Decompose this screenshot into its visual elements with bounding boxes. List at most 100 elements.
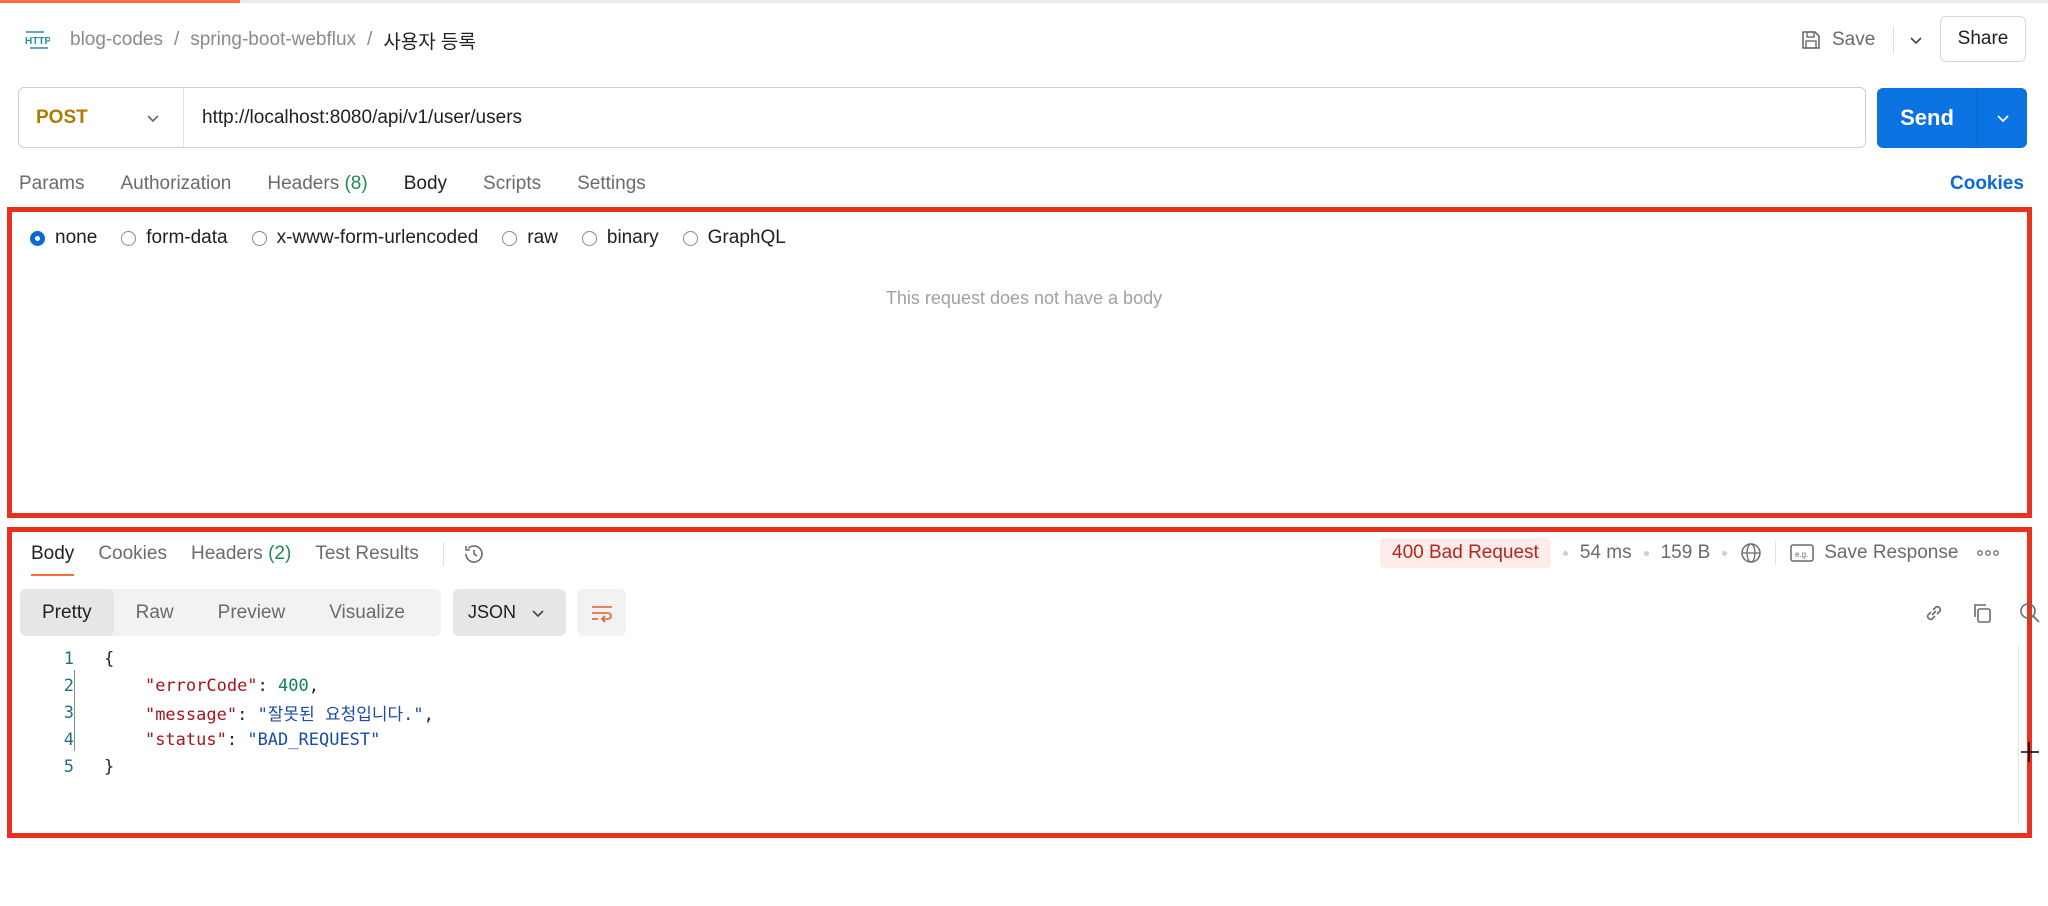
code-token: "message" bbox=[144, 705, 238, 725]
tab-body[interactable]: Body bbox=[404, 173, 447, 195]
divider bbox=[1893, 26, 1895, 54]
copy-link-button[interactable] bbox=[1922, 601, 1946, 625]
url-input[interactable]: http://localhost:8080/api/v1/user/users bbox=[184, 88, 1865, 147]
response-meta: 400 Bad Request 54 ms 159 B e.g. Save Re… bbox=[1380, 537, 2000, 569]
save-button[interactable]: Save bbox=[1800, 29, 1875, 51]
response-time[interactable]: 54 ms bbox=[1580, 542, 1632, 564]
cookies-link[interactable]: Cookies bbox=[1950, 168, 2024, 200]
separator-dot bbox=[1722, 550, 1728, 556]
save-response-label: Save Response bbox=[1824, 542, 1959, 563]
svg-text:HTTP: HTTP bbox=[25, 36, 50, 47]
response-tab-headers[interactable]: Headers (2) bbox=[191, 543, 291, 565]
status-badge[interactable]: 400 Bad Request bbox=[1380, 538, 1551, 568]
request-name[interactable]: 사용자 등록 bbox=[383, 27, 476, 54]
radio-label: raw bbox=[527, 227, 558, 248]
code-token: "status" bbox=[144, 729, 227, 750]
code-token: "BAD_REQUEST" bbox=[247, 729, 381, 750]
code-token: } bbox=[104, 756, 115, 777]
save-icon bbox=[1802, 31, 1820, 49]
tab-headers-label: Headers bbox=[267, 173, 340, 194]
format-select[interactable]: JSON bbox=[453, 589, 566, 636]
radio-graphql[interactable]: GraphQL bbox=[682, 227, 786, 249]
response-tab-cookies[interactable]: Cookies bbox=[98, 543, 167, 565]
radio-dot bbox=[581, 230, 597, 246]
breadcrumb: HTTP blog-codes / spring-boot-webflux / … bbox=[24, 22, 476, 58]
share-button[interactable]: Share bbox=[1940, 16, 2026, 62]
chevron-down-icon bbox=[147, 115, 159, 123]
save-response-button[interactable]: e.g. Save Response bbox=[1790, 542, 1958, 564]
url-bar: POST http://localhost:8080/api/v1/user/u… bbox=[18, 87, 1866, 148]
chevron-down-icon bbox=[532, 609, 544, 617]
code-text: "status": "BAD_REQUEST" bbox=[104, 730, 380, 750]
tab-settings[interactable]: Settings bbox=[577, 173, 646, 195]
radio-label: form-data bbox=[146, 227, 228, 248]
send-options-button[interactable] bbox=[1978, 88, 2027, 148]
radio-form-data[interactable]: form-data bbox=[121, 227, 228, 249]
tab-headers[interactable]: Headers (8) bbox=[267, 173, 367, 195]
svg-text:e.g.: e.g. bbox=[1795, 550, 1808, 559]
request-tabs: Params Authorization Headers (8) Body Sc… bbox=[19, 168, 682, 200]
radio-raw[interactable]: raw bbox=[502, 227, 558, 249]
http-icon: HTTP bbox=[25, 31, 50, 49]
response-tab-test-results[interactable]: Test Results bbox=[315, 543, 418, 565]
code-line: 4 "status": "BAD_REQUEST" bbox=[30, 726, 434, 753]
divider bbox=[1775, 541, 1777, 565]
line-number: 3 bbox=[63, 702, 74, 723]
search-button[interactable] bbox=[2018, 601, 2042, 625]
breadcrumb-workspace[interactable]: blog-codes bbox=[70, 29, 163, 51]
code-text: "message": "잘못된 요청입니다.", bbox=[104, 700, 434, 725]
code-token: { bbox=[104, 648, 115, 669]
more-options-icon[interactable] bbox=[1976, 548, 2000, 558]
view-pretty[interactable]: Pretty bbox=[20, 589, 114, 636]
tab-authorization[interactable]: Authorization bbox=[120, 173, 231, 195]
method-select[interactable]: POST bbox=[19, 88, 184, 147]
chevron-down-icon[interactable] bbox=[1908, 32, 1924, 48]
response-size[interactable]: 159 B bbox=[1661, 542, 1711, 564]
breadcrumb-collection[interactable]: spring-boot-webflux bbox=[190, 29, 356, 51]
view-preview[interactable]: Preview bbox=[196, 589, 308, 636]
code-token: "잘못된 요청입니다." bbox=[257, 705, 424, 725]
response-tools bbox=[1898, 598, 2042, 628]
code-line: 3 "message": "잘못된 요청입니다.", bbox=[30, 699, 434, 726]
tab-scripts[interactable]: Scripts bbox=[483, 173, 541, 195]
wrap-lines-button[interactable] bbox=[577, 589, 626, 636]
save-response-icon: e.g. bbox=[1790, 544, 1814, 562]
radio-binary[interactable]: binary bbox=[581, 227, 659, 249]
radio-none[interactable]: none bbox=[30, 227, 97, 249]
scrollbar-track[interactable] bbox=[2018, 645, 2019, 825]
code-token: : bbox=[237, 705, 258, 725]
send-button[interactable]: Send bbox=[1877, 88, 1978, 148]
code-line: 2 "errorCode": 400, bbox=[30, 672, 434, 699]
top-tab-strip bbox=[0, 0, 2048, 3]
highlight-request-body bbox=[7, 207, 2032, 518]
history-icon[interactable] bbox=[462, 542, 486, 566]
breadcrumb-separator: / bbox=[367, 29, 373, 50]
link-icon bbox=[1926, 605, 1942, 621]
view-raw[interactable]: Raw bbox=[114, 589, 196, 636]
radio-dot bbox=[121, 230, 137, 246]
code-token: "errorCode" bbox=[144, 675, 258, 696]
radio-x-www-form-urlencoded[interactable]: x-www-form-urlencoded bbox=[251, 227, 478, 249]
code-token: : bbox=[226, 729, 248, 750]
globe-icon[interactable] bbox=[1739, 541, 1763, 565]
format-label: JSON bbox=[468, 602, 517, 622]
tab-params[interactable]: Params bbox=[19, 173, 84, 195]
divider bbox=[442, 542, 444, 566]
response-tab-body[interactable]: Body bbox=[31, 543, 75, 576]
radio-dot-selected bbox=[30, 230, 45, 246]
line-number: 1 bbox=[63, 648, 74, 669]
send-button-group: Send bbox=[1877, 88, 2027, 148]
separator-dot bbox=[1643, 550, 1649, 556]
active-tab-indicator bbox=[0, 0, 240, 3]
code-line: 5} bbox=[30, 753, 434, 780]
tab-headers-count: (8) bbox=[344, 173, 368, 194]
breadcrumb-separator: / bbox=[173, 29, 180, 50]
response-body-code[interactable]: 1{2 "errorCode": 400, 3 "message": "잘못된 요… bbox=[30, 645, 434, 780]
copy-button[interactable] bbox=[1970, 601, 1994, 625]
response-tab-headers-count: (2) bbox=[268, 543, 292, 564]
line-number: 5 bbox=[63, 756, 74, 777]
view-visualize[interactable]: Visualize bbox=[307, 589, 427, 636]
code-text: } bbox=[104, 757, 114, 777]
